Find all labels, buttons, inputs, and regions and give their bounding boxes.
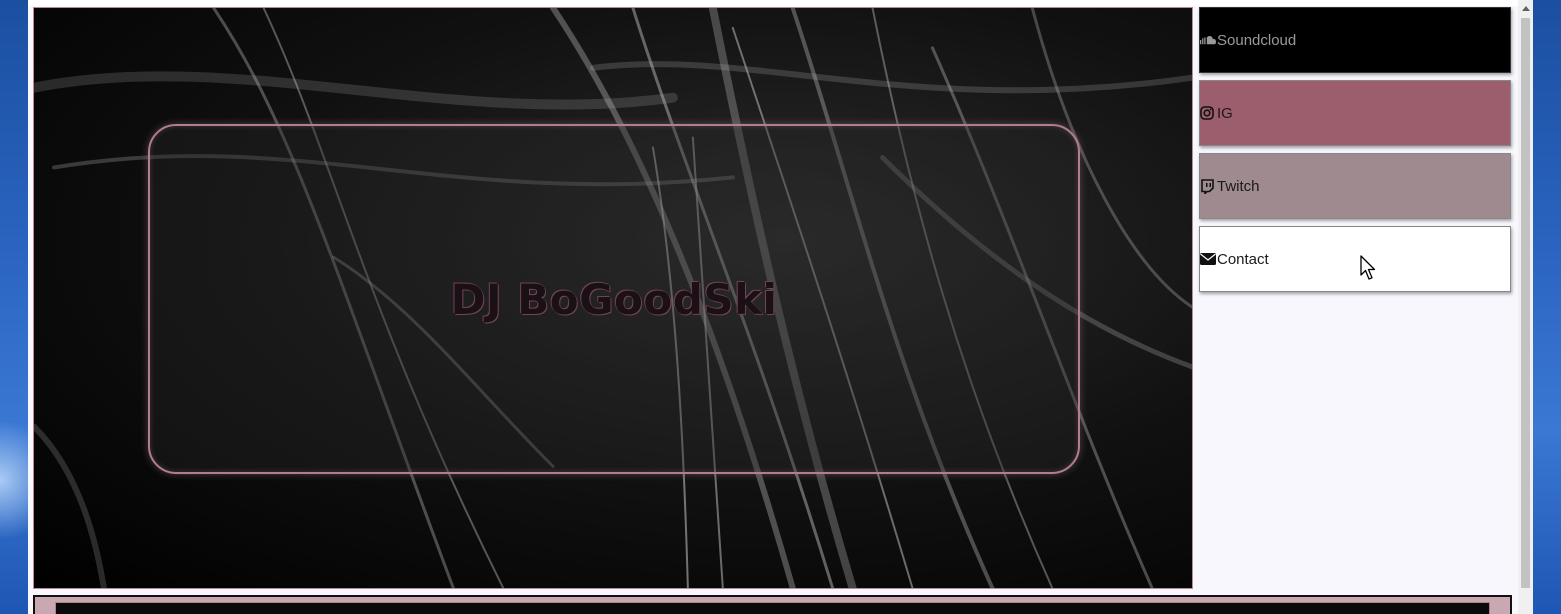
nav-label-contact: Contact bbox=[1217, 250, 1269, 268]
soundcloud-icon bbox=[1200, 32, 1217, 48]
scroll-up-arrow-icon[interactable] bbox=[1518, 0, 1533, 17]
scrollbar-thumb[interactable] bbox=[1521, 18, 1530, 588]
twitch-icon bbox=[1200, 178, 1217, 194]
page-top-strip bbox=[28, 0, 1518, 6]
social-nav: Soundcloud IG Twitch Contact bbox=[1199, 7, 1511, 299]
site-title: DJ BoGoodSki bbox=[450, 274, 778, 324]
mouse-pointer-icon bbox=[1360, 255, 1376, 280]
nav-label-twitch: Twitch bbox=[1217, 177, 1260, 195]
next-section-preview bbox=[33, 595, 1512, 614]
next-section-card bbox=[55, 602, 1490, 614]
instagram-icon bbox=[1200, 105, 1217, 121]
nav-item-twitch[interactable]: Twitch bbox=[1199, 153, 1511, 219]
nav-item-ig[interactable]: IG bbox=[1199, 80, 1511, 146]
nav-label-soundcloud: Soundcloud bbox=[1217, 31, 1297, 49]
envelope-icon bbox=[1200, 251, 1217, 267]
title-card: DJ BoGoodSki bbox=[148, 124, 1080, 474]
browser-page: DJ BoGoodSki Soundcloud IG Twitch Contac… bbox=[28, 0, 1533, 614]
hero-banner: DJ BoGoodSki bbox=[33, 7, 1193, 589]
nav-label-ig: IG bbox=[1217, 104, 1233, 122]
nav-item-soundcloud[interactable]: Soundcloud bbox=[1199, 7, 1511, 73]
nav-item-contact[interactable]: Contact bbox=[1199, 226, 1511, 292]
vertical-scrollbar[interactable] bbox=[1518, 0, 1533, 614]
